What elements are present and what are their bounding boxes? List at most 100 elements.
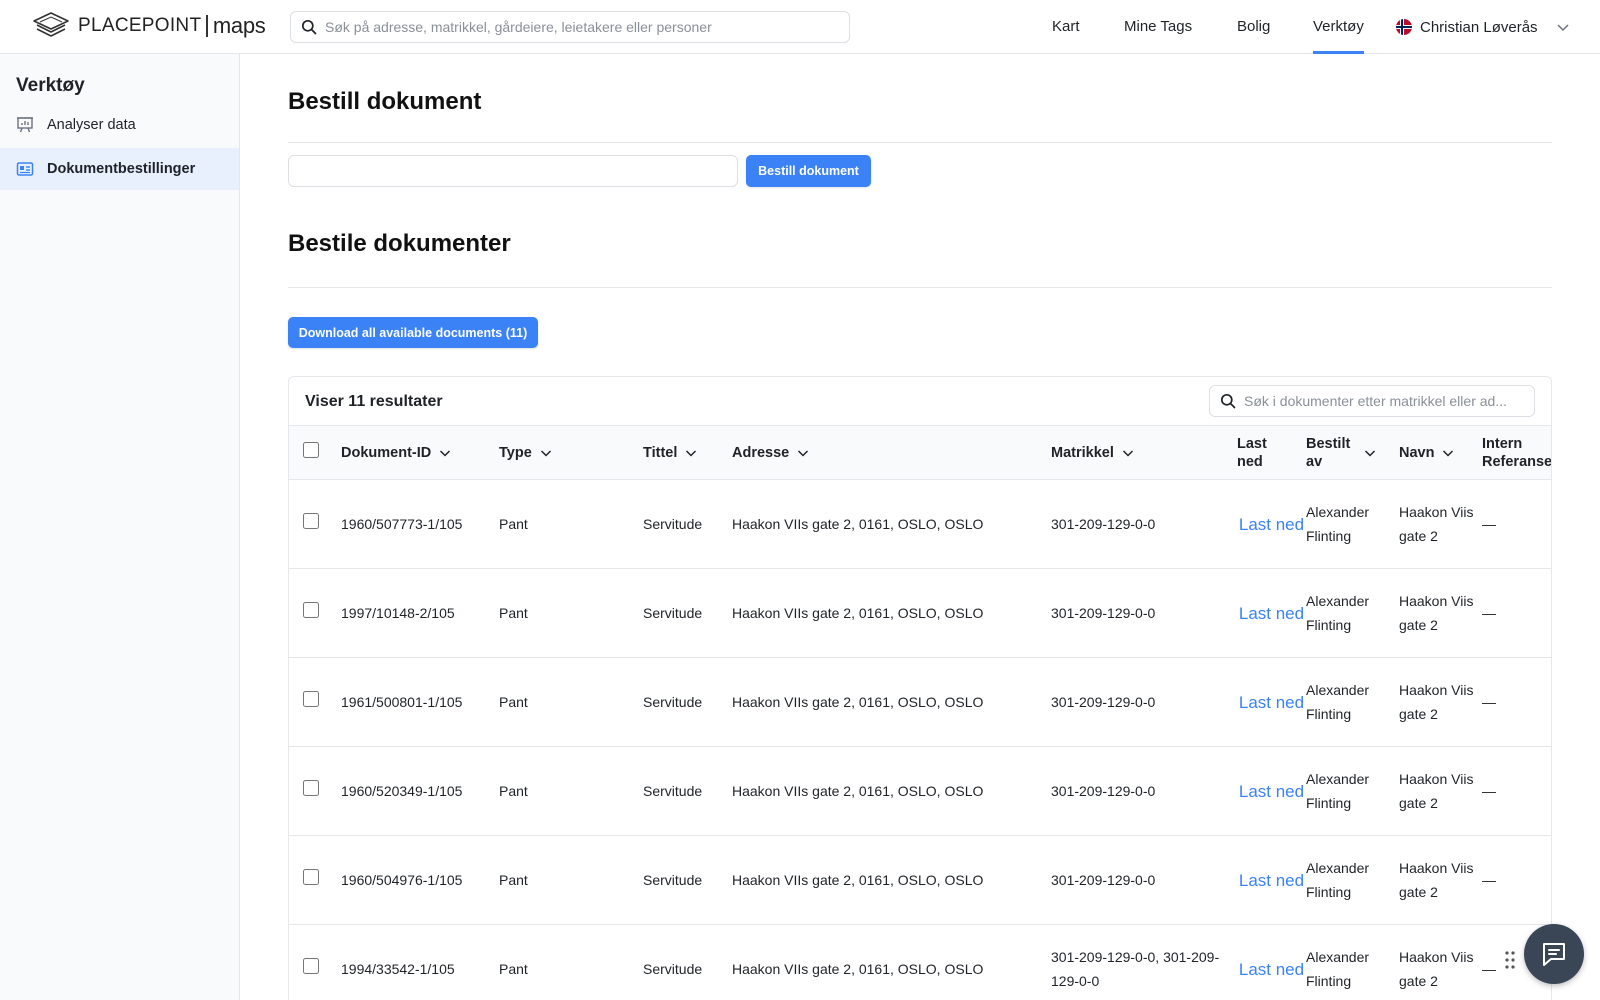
document-name: Haakon Viis gate 2 [1399, 682, 1474, 722]
document-matrikkel: 301-209-129-0-0 [1051, 694, 1156, 710]
column-header-matrikkel[interactable]: Matrikkel [1051, 426, 1237, 480]
results-count: Viser 11 resultater [305, 393, 443, 410]
ordered-by: Alexander Flinting [1306, 949, 1370, 989]
sidebar-item-label: Dokumentbestillinger [47, 161, 196, 177]
row-checkbox[interactable] [303, 602, 319, 618]
chat-button[interactable] [1524, 924, 1584, 984]
documents-search-input[interactable] [1244, 393, 1534, 409]
document-id: 1960/507773-1/105 [341, 516, 463, 532]
search-icon [1220, 393, 1236, 409]
select-all-checkbox[interactable] [303, 442, 319, 458]
drag-handle-icon[interactable] [1504, 950, 1516, 970]
ordered-by: Alexander Flinting [1306, 860, 1370, 900]
document-name: Haakon Viis gate 2 [1399, 949, 1474, 989]
sidebar-item-analyser-data[interactable]: Analyser data [0, 104, 239, 146]
document-type: Pant [499, 605, 528, 621]
document-matrikkel: 301-209-129-0-0, 301-209-129-0-0 [1051, 949, 1220, 989]
sidebar-item-dokumentbestillinger[interactable]: Dokumentbestillinger [0, 148, 239, 190]
chat-bubble-icon [1543, 943, 1565, 966]
document-id: 1960/504976-1/105 [341, 872, 463, 888]
row-checkbox[interactable] [303, 958, 319, 974]
column-header-navn[interactable]: Navn [1399, 426, 1482, 480]
order-document-button[interactable]: Bestill dokument [746, 155, 871, 187]
document-name: Haakon Viis gate 2 [1399, 504, 1474, 544]
chevron-down-icon [798, 449, 809, 457]
download-link[interactable]: Last ned [1237, 780, 1306, 803]
id-card-icon [16, 162, 34, 176]
logo-separator [206, 15, 208, 37]
table-row: 1960/504976-1/105 Pant Servitude Haakon VII… [289, 836, 1551, 925]
order-document-input[interactable] [288, 155, 738, 187]
row-checkbox[interactable] [303, 513, 319, 529]
app-logo[interactable]: PLACEPOINT maps [32, 10, 266, 42]
document-title: Servitude [643, 516, 703, 532]
divider [288, 287, 1552, 288]
document-type: Pant [499, 694, 528, 710]
table-row: 1997/10148-2/105 Pant Servitude Haakon VIIs… [289, 569, 1551, 658]
chevron-down-icon [1443, 449, 1454, 457]
chevron-down-icon [1122, 449, 1133, 457]
table-row: 1960/507773-1/105 Pant Servitude Haakon VII… [289, 480, 1551, 569]
document-type: Pant [499, 872, 528, 888]
chevron-down-icon [540, 449, 551, 457]
download-all-button[interactable]: Download all available documents (11) [288, 317, 538, 348]
nav-bolig[interactable]: Bolig [1237, 0, 1270, 54]
document-id: 1960/520349-1/105 [341, 783, 463, 799]
table-row: 1961/500801-1/105 Pant Servitude Haakon VII… [289, 658, 1551, 747]
document-name: Haakon Viis gate 2 [1399, 593, 1474, 633]
document-address: Haakon VIIs gate 2, 0161, OSLO, OSLO [732, 783, 984, 799]
column-header-tittel[interactable]: Tittel [643, 426, 732, 480]
download-link[interactable]: Last ned [1237, 869, 1306, 892]
download-link[interactable]: Last ned [1237, 513, 1306, 536]
download-link[interactable]: Last ned [1237, 602, 1306, 625]
document-matrikkel: 301-209-129-0-0 [1051, 872, 1156, 888]
sidebar-title: Verktøy [16, 75, 85, 96]
documents-search[interactable] [1209, 385, 1535, 417]
chevron-down-icon [440, 449, 451, 457]
presentation-chart-icon [17, 117, 33, 133]
document-address: Haakon VIIs gate 2, 0161, OSLO, OSLO [732, 961, 984, 977]
global-search-input[interactable] [325, 19, 835, 35]
nav-verktoy[interactable]: Verktøy [1313, 0, 1364, 54]
column-header-last-ned: Last ned [1237, 435, 1267, 470]
documents-title: Bestile dokumenter [288, 230, 511, 257]
ordered-by: Alexander Flinting [1306, 504, 1370, 544]
document-type: Pant [499, 961, 528, 977]
logo-brand: PLACEPOINT [78, 15, 202, 36]
layers-logo-icon [33, 12, 69, 37]
row-checkbox[interactable] [303, 780, 319, 796]
column-header-bestilt-av[interactable]: Bestilt av [1306, 426, 1399, 480]
row-checkbox[interactable] [303, 869, 319, 885]
global-search[interactable] [290, 11, 850, 43]
column-header-adresse[interactable]: Adresse [732, 426, 1051, 480]
download-link[interactable]: Last ned [1237, 958, 1306, 981]
documents-table-card: Viser 11 resultater Dokument-ID Type Tit… [288, 376, 1552, 1000]
column-header-dokument-id[interactable]: Dokument-ID [341, 426, 499, 480]
download-link[interactable]: Last ned [1237, 691, 1306, 714]
document-title: Servitude [643, 961, 703, 977]
top-bar: PLACEPOINT maps Kart Mine Tags Bolig Ver… [0, 0, 1600, 54]
row-checkbox[interactable] [303, 691, 319, 707]
document-name: Haakon Viis gate 2 [1399, 860, 1474, 900]
document-title: Servitude [643, 872, 703, 888]
document-address: Haakon VIIs gate 2, 0161, OSLO, OSLO [732, 516, 984, 532]
table-row: 1994/33542-1/105 Pant Servitude Haakon VIIs… [289, 925, 1551, 1000]
sidebar: Verktøy Analyser data Dokumentbestilling… [0, 54, 240, 1000]
document-title: Servitude [643, 783, 703, 799]
document-id: 1961/500801-1/105 [341, 694, 463, 710]
internal-reference: — [1482, 872, 1496, 888]
internal-reference: — [1482, 605, 1496, 621]
nav-mine-tags[interactable]: Mine Tags [1124, 0, 1192, 54]
documents-table: Dokument-ID Type Tittel Adresse Matrikke… [289, 425, 1552, 1000]
document-matrikkel: 301-209-129-0-0 [1051, 605, 1156, 621]
nav-kart[interactable]: Kart [1052, 0, 1080, 54]
column-header-type[interactable]: Type [499, 426, 643, 480]
column-header-intern-referanse: Intern Referanse [1482, 435, 1552, 470]
user-menu[interactable]: Christian Løverås [1396, 0, 1570, 54]
chevron-down-icon [686, 449, 697, 457]
document-matrikkel: 301-209-129-0-0 [1051, 516, 1156, 532]
document-type: Pant [499, 783, 528, 799]
internal-reference: — [1482, 783, 1496, 799]
document-address: Haakon VIIs gate 2, 0161, OSLO, OSLO [732, 694, 984, 710]
document-type: Pant [499, 516, 528, 532]
